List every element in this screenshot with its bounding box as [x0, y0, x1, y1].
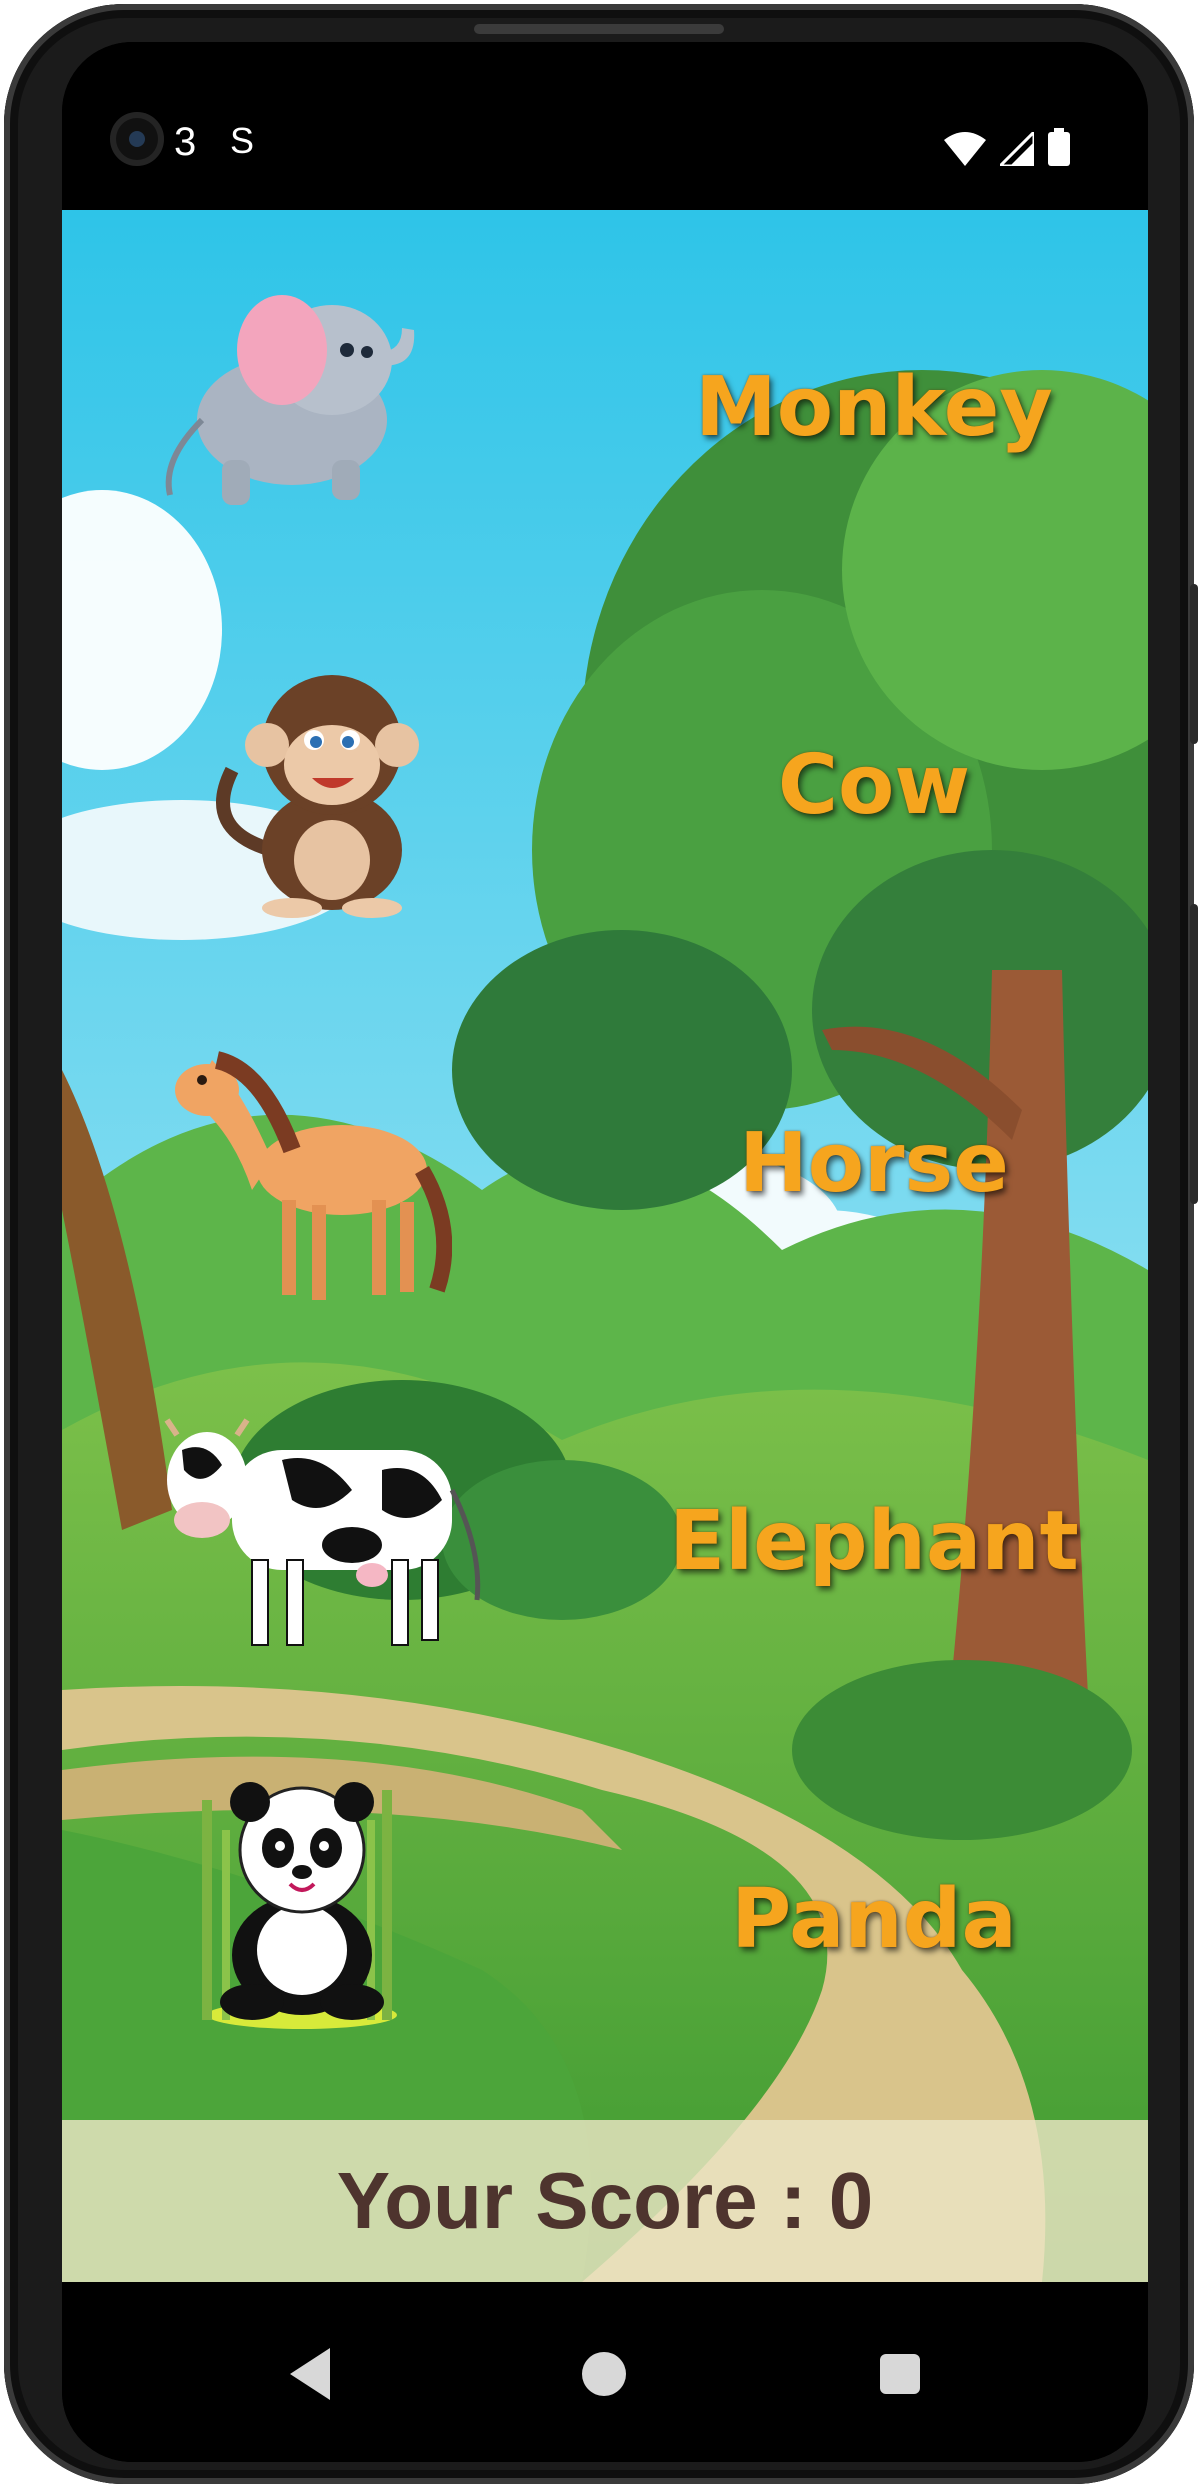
word-panda[interactable]: Panda	[731, 1872, 1017, 1967]
camera-icon	[110, 112, 164, 166]
word-monkey[interactable]: Monkey	[695, 360, 1053, 455]
volume-button	[1190, 584, 1198, 744]
score-bar: Your Score : 0	[62, 2120, 1148, 2282]
back-icon[interactable]	[290, 2348, 330, 2400]
cow-icon	[164, 1418, 481, 1646]
panda-image[interactable]	[182, 1770, 422, 2030]
word-elephant[interactable]: Elephant	[669, 1494, 1079, 1589]
power-button	[1190, 904, 1198, 1204]
navigation-bar	[62, 2282, 1148, 2462]
signal-icon	[1000, 132, 1034, 166]
wifi-icon	[944, 132, 986, 166]
word-cow[interactable]: Cow	[778, 738, 970, 833]
status-notification-count: 3	[174, 120, 197, 164]
horse-image[interactable]	[172, 1020, 453, 1320]
score-text: Your Score : 0	[336, 2156, 874, 2245]
phone-frame: 3 S Monkey Cow Horse Elephant Panda Your…	[4, 4, 1198, 2484]
elephant-icon	[165, 295, 415, 505]
elephant-image[interactable]	[152, 270, 432, 510]
horse-icon	[175, 1051, 453, 1300]
panda-icon	[202, 1782, 397, 2029]
screen: 3 S Monkey Cow Horse Elephant Panda Your…	[62, 42, 1148, 2462]
battery-icon	[1048, 128, 1070, 166]
home-icon[interactable]	[582, 2352, 626, 2396]
cow-image[interactable]	[152, 1410, 492, 1660]
word-horse[interactable]: Horse	[739, 1116, 1009, 1211]
speaker-grille	[474, 24, 724, 34]
monkey-icon	[216, 675, 419, 918]
status-bar: 3 S	[62, 42, 1148, 210]
game-area: Monkey Cow Horse Elephant Panda Your Sco…	[62, 210, 1148, 2282]
status-icons	[944, 128, 1070, 166]
status-app-icon: S	[230, 120, 255, 161]
recents-icon[interactable]	[880, 2354, 920, 2394]
monkey-image[interactable]	[212, 650, 442, 920]
